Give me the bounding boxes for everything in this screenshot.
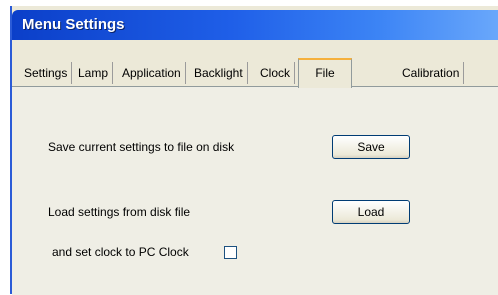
- save-description: Save current settings to file on disk: [48, 140, 235, 154]
- clock-description: and set clock to PC Clock: [52, 245, 189, 259]
- load-button[interactable]: Load: [332, 200, 410, 224]
- file-tab-pane: Save current settings to file on disk Sa…: [12, 86, 498, 295]
- tab-calibration[interactable]: Calibration: [398, 62, 465, 84]
- tab-settings[interactable]: Settings: [20, 62, 73, 84]
- title-bar[interactable]: Menu Settings: [12, 10, 498, 40]
- tab-lamp[interactable]: Lamp: [74, 62, 114, 84]
- tab-strip: Settings Lamp Application Backlight Cloc…: [12, 58, 498, 88]
- tab-file[interactable]: File: [298, 58, 352, 88]
- window-title: Menu Settings: [22, 16, 125, 33]
- tab-backlight[interactable]: Backlight: [190, 62, 248, 84]
- menu-settings-window: Menu Settings Settings Lamp Application …: [10, 6, 498, 295]
- tab-clock[interactable]: Clock: [256, 62, 296, 84]
- tab-application[interactable]: Application: [118, 62, 186, 84]
- load-description: Load settings from disk file: [48, 205, 191, 219]
- save-button[interactable]: Save: [332, 135, 410, 159]
- set-clock-checkbox[interactable]: [224, 246, 237, 259]
